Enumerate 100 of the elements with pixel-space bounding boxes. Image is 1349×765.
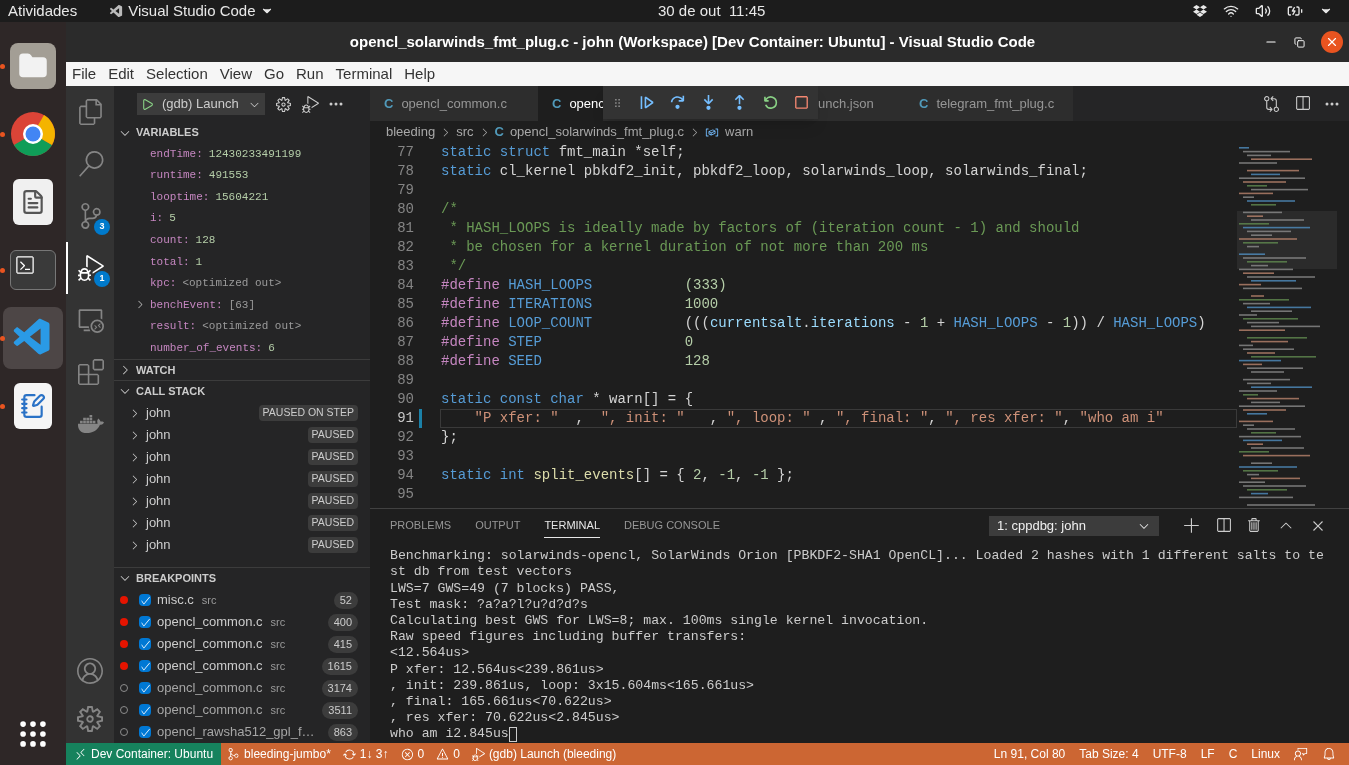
status-item[interactable]: C [1221, 745, 1245, 763]
menu-item[interactable]: Help [404, 62, 436, 86]
bell-icon[interactable] [1322, 747, 1336, 761]
menu-item[interactable]: Edit [108, 62, 135, 86]
panel-tab[interactable]: OUTPUT [475, 512, 521, 539]
checkbox[interactable] [139, 704, 151, 716]
more-icon[interactable] [329, 102, 343, 106]
browser-icon[interactable] [10, 111, 56, 157]
breakpoint-file[interactable]: opencl_common.c [157, 700, 263, 720]
terminal-dropdown[interactable]: 1: cppdbg: john [989, 515, 1159, 536]
section-header[interactable]: WATCH [114, 359, 370, 380]
clock[interactable]: 30 de out 11:45 [658, 0, 766, 23]
remote-explorer-icon[interactable] [78, 307, 104, 333]
split-editor-icon[interactable] [1294, 95, 1311, 112]
status-item[interactable]: UTF-8 [1145, 745, 1194, 763]
status-item[interactable]: bleeding-jumbo* [221, 745, 337, 763]
section-header[interactable]: CALL STACK [114, 380, 370, 401]
status-item[interactable]: Ln 91, Col 80 [986, 745, 1073, 763]
menu-item[interactable]: Selection [146, 62, 208, 86]
more-icon[interactable] [1325, 101, 1339, 106]
document-icon[interactable] [13, 179, 53, 225]
files-icon[interactable] [78, 99, 104, 125]
thread-name[interactable]: john [146, 513, 171, 533]
variable-entry[interactable]: looptime: 15604221 [150, 188, 269, 206]
panel-tab[interactable]: PROBLEMS [390, 512, 452, 539]
breakpoint-file[interactable]: misc.c [157, 590, 194, 610]
terminal-icon[interactable] [10, 250, 56, 290]
extensions-icon[interactable] [78, 359, 104, 385]
status-item[interactable]: (gdb) Launch (bleeding) [465, 745, 623, 763]
settings-icon[interactable] [77, 706, 103, 732]
thread-name[interactable]: john [146, 469, 171, 489]
thread-name[interactable]: john [146, 491, 171, 511]
variable-entry[interactable]: endTime: 12430233491199 [150, 145, 302, 163]
panel-tab[interactable]: DEBUG CONSOLE [624, 512, 720, 539]
checkbox[interactable] [139, 682, 151, 694]
split-terminal-icon[interactable] [1215, 517, 1232, 534]
editor-tab[interactable]: unch.json [818, 86, 905, 121]
variable-entry[interactable]: count: 128 [150, 231, 216, 249]
section-header[interactable]: VARIABLES [114, 122, 370, 143]
section-header[interactable]: BREAKPOINTS [114, 567, 370, 588]
status-item[interactable]: 0 [394, 745, 431, 763]
breakpoint-file[interactable]: opencl_common.c [157, 634, 263, 654]
trash-icon[interactable] [1246, 517, 1263, 534]
add-icon[interactable] [1183, 516, 1201, 535]
run-debug-icon[interactable] [78, 255, 104, 281]
checkbox[interactable] [139, 594, 151, 606]
status-item[interactable]: Tab Size: 4 [1072, 745, 1146, 763]
feedback-icon[interactable] [1294, 747, 1308, 761]
breakpoint-file[interactable]: opencl_common.c [157, 656, 263, 676]
thread-name[interactable]: john [146, 425, 171, 445]
remote-indicator[interactable]: Dev Container: Ubuntu [66, 743, 222, 765]
menu-item[interactable]: Terminal [335, 62, 393, 86]
account-icon[interactable] [77, 658, 103, 684]
menu-item[interactable]: View [219, 62, 252, 86]
breadcrumb-item[interactable]: src [456, 122, 474, 142]
menu-item[interactable]: Run [296, 62, 324, 86]
activities-button[interactable]: Atividades [8, 0, 78, 23]
checkbox[interactable] [139, 726, 151, 738]
menu-item[interactable]: Go [264, 62, 284, 86]
continue-icon[interactable] [638, 94, 655, 111]
breadcrumb-item[interactable]: bleeding [386, 122, 436, 142]
thread-name[interactable]: john [146, 535, 171, 555]
breakpoint-file[interactable]: opencl_rawsha512_gpl_f… [157, 722, 315, 742]
variable-entry[interactable]: benchEvent: [63] [150, 296, 256, 314]
panel-tab[interactable]: TERMINAL [544, 512, 600, 539]
close-button[interactable] [1321, 31, 1343, 53]
variable-entry[interactable]: i: 5 [150, 210, 176, 227]
checkbox[interactable] [139, 616, 151, 628]
variable-entry[interactable]: kpc: <optimized out> [150, 275, 282, 292]
breakpoint-file[interactable]: opencl_common.c [157, 612, 263, 632]
breadcrumb-item[interactable]: warn [705, 122, 754, 142]
compare-icon[interactable] [1263, 95, 1280, 112]
step-over-icon[interactable] [669, 94, 686, 111]
checkbox[interactable] [139, 638, 151, 650]
thread-name[interactable]: john [146, 403, 171, 423]
notepad-icon[interactable] [14, 383, 52, 429]
restart-icon[interactable] [762, 94, 779, 111]
search-icon[interactable] [78, 151, 104, 177]
app-menu[interactable]: Visual Studio Code [109, 0, 274, 23]
breakpoint-file[interactable]: opencl_common.c [157, 678, 263, 698]
breadcrumb-item[interactable]: C opencl_solarwinds_fmt_plug.c [494, 122, 685, 142]
menu-item[interactable]: File [72, 62, 97, 86]
status-item[interactable]: LF [1193, 745, 1222, 763]
variable-entry[interactable]: number_of_events: 6 [150, 339, 275, 357]
checkbox[interactable] [139, 660, 151, 672]
stop-icon[interactable] [793, 94, 810, 111]
editor-tab[interactable]: C opencl_common.c [370, 86, 538, 121]
source-control-icon[interactable] [78, 203, 104, 229]
variable-entry[interactable]: result: <optimized out> [150, 318, 302, 335]
editor-tab[interactable]: C telegram_fmt_plug.c [905, 86, 1073, 121]
status-item[interactable]: 1↓ 3↑ [336, 745, 395, 763]
editor-tab[interactable]: C openc [538, 86, 603, 121]
status-item[interactable]: 0 [430, 745, 466, 763]
activity-item[interactable]: 3 [66, 190, 114, 242]
thread-name[interactable]: john [146, 447, 171, 467]
folder-icon[interactable] [10, 43, 56, 89]
launch-config-dropdown[interactable]: (gdb) Launch [137, 93, 265, 115]
variable-entry[interactable]: runtime: 491553 [150, 167, 249, 184]
status-item[interactable]: Linux [1244, 745, 1287, 763]
variable-entry[interactable]: total: 1 [150, 253, 203, 270]
